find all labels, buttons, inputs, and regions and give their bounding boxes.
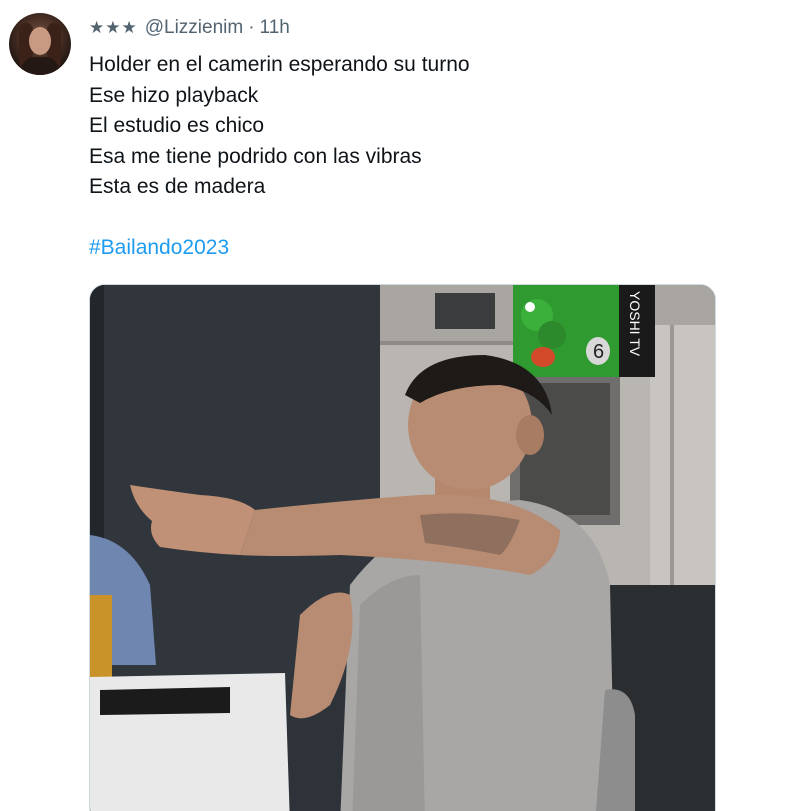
avatar[interactable] xyxy=(9,13,71,75)
separator-dot: · xyxy=(248,17,255,38)
tweet-text-line: Esta es de madera xyxy=(89,175,266,199)
star-icons: ★★★ xyxy=(89,18,138,37)
avatar-body xyxy=(21,57,59,75)
tweet-text-line: Ese hizo playback xyxy=(89,83,259,107)
tweet-text-line: Holder en el camerin esperando su turno xyxy=(89,53,470,76)
tweet[interactable]: ★★★ @Lizzienim · 11h Holder en el cameri… xyxy=(0,0,790,811)
watermark-text: YOSHI TV xyxy=(627,291,643,357)
tweet-text-line: Esa me tiene podrido con las vibras xyxy=(89,144,422,168)
tweet-text: Holder en el camerin esperando su turno … xyxy=(89,50,470,203)
tweet-text-line: El estudio es chico xyxy=(89,114,265,138)
avatar-face xyxy=(29,27,51,55)
yoshi-tv-logo: 6 YOSHI TV xyxy=(513,285,655,377)
tweet-timestamp[interactable]: 11h xyxy=(260,17,290,39)
tweet-header: ★★★ @Lizzienim · 11h xyxy=(89,15,290,41)
tweet-media-video[interactable]: 6 YOSHI TV xyxy=(89,284,716,811)
hashtag-link[interactable]: #Bailando2023 xyxy=(89,233,229,263)
user-handle[interactable]: @Lizzienim xyxy=(145,17,243,39)
watermark-number: 6 xyxy=(593,341,604,363)
video-frame: 6 YOSHI TV xyxy=(90,285,715,811)
